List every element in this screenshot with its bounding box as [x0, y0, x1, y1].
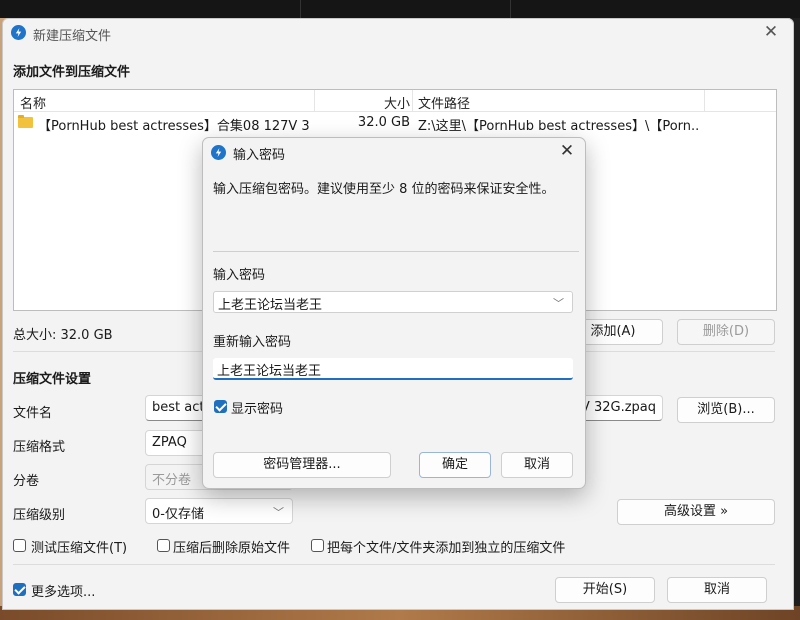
chevron-down-icon: ﹀	[273, 506, 284, 519]
dialog-cancel-button[interactable]: 取消	[501, 452, 573, 478]
column-divider[interactable]	[314, 90, 315, 112]
more-options-checkbox[interactable]	[13, 583, 26, 596]
test-archive-checkbox[interactable]	[13, 539, 26, 552]
ok-button[interactable]: 确定	[419, 452, 491, 478]
password-label: 输入密码	[213, 268, 266, 283]
filename-label: 文件名	[13, 406, 53, 421]
dialog-title: 输入密码	[233, 148, 286, 163]
file-row[interactable]: 【PornHub best actresses】合集08 127V 32G 32…	[14, 112, 776, 134]
separate-archives-checkbox[interactable]	[311, 539, 324, 552]
desktop-top-strip	[0, 0, 800, 18]
desktop-divider	[510, 0, 511, 18]
reenter-password-label: 重新输入密码	[213, 335, 292, 350]
password-dialog: 输入密码 ✕ 输入压缩包密码。建议使用至少 8 位的密码来保证安全性。 输入密码…	[202, 137, 586, 489]
desktop-divider	[300, 0, 301, 18]
title-bar[interactable]: 新建压缩文件 ✕	[3, 19, 793, 47]
level-value: 0-仅存储	[152, 507, 204, 522]
password-input[interactable]: 上老王论坛当老王 ﹀	[213, 291, 573, 313]
more-options-label[interactable]: 更多选项...	[31, 581, 95, 600]
app-logo-icon	[11, 25, 26, 40]
split-value: 不分卷	[152, 473, 192, 488]
column-divider[interactable]	[704, 90, 705, 112]
cancel-button[interactable]: 取消	[667, 577, 767, 603]
level-select[interactable]: 0-仅存储 ﹀	[145, 498, 293, 524]
chevron-down-icon[interactable]: ﹀	[553, 295, 564, 311]
start-button[interactable]: 开始(S)	[555, 577, 655, 603]
folder-icon	[18, 115, 33, 128]
separate-archives-label[interactable]: 把每个文件/文件夹添加到独立的压缩文件	[327, 537, 565, 556]
divider	[13, 564, 775, 565]
file-size: 32.0 GB	[357, 115, 410, 130]
delete-after-checkbox[interactable]	[157, 539, 170, 552]
password-value: 上老王论坛当老王	[218, 298, 323, 313]
file-path: Z:\这里\【PornHub best actresses】\【Porn...	[418, 119, 698, 134]
window-title: 新建压缩文件	[33, 29, 112, 44]
format-label: 压缩格式	[13, 440, 66, 455]
delete-after-label[interactable]: 压缩后删除原始文件	[173, 537, 290, 556]
split-label: 分卷	[13, 474, 40, 489]
column-size[interactable]: 大小	[384, 93, 410, 112]
app-logo-icon	[211, 145, 226, 160]
advanced-settings-button[interactable]: 高级设置 »	[617, 499, 775, 525]
files-section-heading: 添加文件到压缩文件	[13, 65, 131, 80]
divider	[213, 251, 579, 252]
column-name[interactable]: 名称	[20, 93, 46, 112]
reenter-password-input[interactable]: 上老王论坛当老王	[213, 358, 573, 380]
show-password-label[interactable]: 显示密码	[231, 398, 283, 417]
file-name: 【PornHub best actresses】合集08 127V 32G	[38, 119, 310, 134]
column-path[interactable]: 文件路径	[418, 93, 470, 112]
password-manager-button[interactable]: 密码管理器...	[213, 452, 391, 478]
close-icon[interactable]: ✕	[559, 141, 575, 161]
reenter-password-value: 上老王论坛当老王	[217, 364, 322, 379]
browse-button[interactable]: 浏览(B)...	[677, 397, 775, 423]
show-password-checkbox[interactable]	[214, 400, 227, 413]
settings-section-heading: 压缩文件设置	[13, 372, 92, 387]
level-label: 压缩级别	[13, 508, 66, 523]
dialog-message: 输入压缩包密码。建议使用至少 8 位的密码来保证安全性。	[213, 182, 555, 197]
column-divider[interactable]	[412, 90, 413, 112]
file-list-header: 名称 大小 文件路径	[14, 90, 776, 112]
format-value: ZPAQ	[152, 435, 187, 450]
remove-button[interactable]: 删除(D)	[677, 319, 775, 345]
close-icon[interactable]: ✕	[763, 23, 779, 41]
test-archive-label[interactable]: 测试压缩文件(T)	[31, 537, 127, 556]
total-size: 总大小: 32.0 GB	[13, 328, 113, 343]
